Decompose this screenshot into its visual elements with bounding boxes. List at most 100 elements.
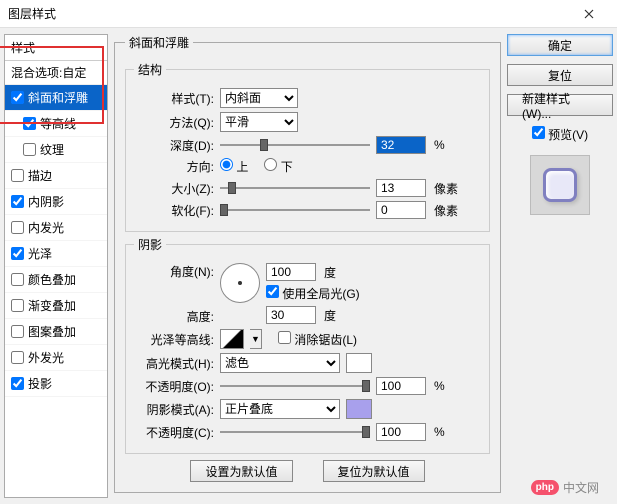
soften-unit: 像素	[434, 202, 458, 219]
shadow-color-swatch[interactable]	[346, 399, 372, 419]
depth-unit: %	[434, 138, 445, 152]
size-slider[interactable]	[220, 179, 370, 197]
depth-label: 深度(D):	[134, 137, 214, 154]
highlight-opacity-slider[interactable]	[220, 377, 370, 395]
shading-fieldset: 阴影 角度(N): 高度: 度 使用全局光(G)	[125, 236, 490, 454]
sidebar-item-2[interactable]: 纹理	[5, 137, 107, 163]
direction-down[interactable]: 下	[264, 158, 292, 175]
cancel-button[interactable]: 复位	[507, 64, 613, 86]
sidebar-item-4[interactable]: 内阴影	[5, 189, 107, 215]
reset-default-button[interactable]: 复位为默认值	[323, 460, 425, 482]
watermark-text: 中文网	[563, 479, 599, 496]
depth-input[interactable]	[376, 136, 426, 154]
highlight-mode-select[interactable]: 滤色	[220, 353, 340, 373]
watermark: php 中文网	[531, 479, 599, 496]
sidebar-item-0[interactable]: 斜面和浮雕	[5, 85, 107, 111]
sidebar-item-checkbox[interactable]	[11, 247, 24, 260]
highlight-opacity-label: 不透明度(O):	[134, 378, 214, 395]
highlight-opacity-input[interactable]	[376, 377, 426, 395]
sidebar-item-checkbox[interactable]	[23, 117, 36, 130]
soften-slider[interactable]	[220, 201, 370, 219]
sidebar-item-checkbox[interactable]	[11, 221, 24, 234]
gloss-label: 光泽等高线:	[134, 331, 214, 348]
angle-unit: 度	[324, 264, 336, 281]
altitude-input[interactable]	[266, 306, 316, 324]
angle-dial[interactable]	[220, 263, 260, 303]
gloss-contour[interactable]	[220, 329, 244, 349]
structure-fieldset: 结构 样式(T): 内斜面 方法(Q): 平滑 深度(D): % 方向:	[125, 61, 490, 232]
style-select[interactable]: 内斜面	[220, 88, 298, 108]
sidebar-item-checkbox[interactable]	[11, 325, 24, 338]
direction-label: 方向:	[134, 158, 214, 175]
right-panel: 确定 复位 新建样式(W)... 预览(V)	[507, 34, 613, 498]
ok-button[interactable]: 确定	[507, 34, 613, 56]
sidebar-item-3[interactable]: 描边	[5, 163, 107, 189]
new-style-button[interactable]: 新建样式(W)...	[507, 94, 613, 116]
close-icon	[584, 9, 594, 19]
highlight-opacity-unit: %	[434, 379, 445, 393]
technique-select[interactable]: 平滑	[220, 112, 298, 132]
shadow-mode-label: 阴影模式(A):	[134, 401, 214, 418]
preview-shape	[543, 168, 577, 202]
global-light-checkbox[interactable]: 使用全局光(G)	[266, 285, 360, 302]
sidebar-item-checkbox[interactable]	[23, 143, 36, 156]
preview-box	[530, 155, 590, 215]
sidebar-item-5[interactable]: 内发光	[5, 215, 107, 241]
direction-up[interactable]: 上	[220, 158, 248, 175]
bevel-fieldset: 斜面和浮雕 结构 样式(T): 内斜面 方法(Q): 平滑 深度(D): %	[114, 34, 501, 493]
shadow-opacity-unit: %	[434, 425, 445, 439]
sidebar-item-checkbox[interactable]	[11, 299, 24, 312]
sidebar-item-1[interactable]: 等高线	[5, 111, 107, 137]
sidebar-item-label: 描边	[28, 167, 52, 184]
sidebar-sub: 混合选项:自定	[5, 61, 107, 85]
shadow-opacity-input[interactable]	[376, 423, 426, 441]
sidebar-item-checkbox[interactable]	[11, 351, 24, 364]
soften-input[interactable]	[376, 201, 426, 219]
sidebar-item-label: 纹理	[40, 141, 64, 158]
title-bar: 图层样式	[0, 0, 617, 28]
antialias-checkbox[interactable]: 消除锯齿(L)	[278, 331, 357, 348]
sidebar-item-10[interactable]: 外发光	[5, 345, 107, 371]
preview-checkbox[interactable]: 预览(V)	[532, 126, 588, 143]
altitude-unit: 度	[324, 307, 336, 324]
sidebar-item-8[interactable]: 渐变叠加	[5, 293, 107, 319]
sidebar-item-label: 外发光	[28, 349, 64, 366]
shadow-mode-select[interactable]: 正片叠底	[220, 399, 340, 419]
highlight-color-swatch[interactable]	[346, 353, 372, 373]
shading-legend: 阴影	[134, 236, 166, 253]
sidebar-head: 样式	[5, 35, 107, 61]
sidebar-item-checkbox[interactable]	[11, 195, 24, 208]
shadow-opacity-slider[interactable]	[220, 423, 370, 441]
altitude-label: 高度:	[187, 308, 214, 325]
sidebar-item-checkbox[interactable]	[11, 91, 24, 104]
style-sidebar: 样式 混合选项:自定 斜面和浮雕等高线纹理描边内阴影内发光光泽颜色叠加渐变叠加图…	[4, 34, 108, 498]
angle-input[interactable]	[266, 263, 316, 281]
window-title: 图层样式	[8, 5, 56, 22]
gloss-contour-drop[interactable]: ▼	[250, 329, 262, 349]
sidebar-item-label: 渐变叠加	[28, 297, 76, 314]
bevel-legend: 斜面和浮雕	[125, 34, 193, 51]
sidebar-item-checkbox[interactable]	[11, 273, 24, 286]
sidebar-item-checkbox[interactable]	[11, 377, 24, 390]
sidebar-item-9[interactable]: 图案叠加	[5, 319, 107, 345]
sidebar-item-label: 斜面和浮雕	[28, 89, 88, 106]
sidebar-item-label: 内发光	[28, 219, 64, 236]
set-default-button[interactable]: 设置为默认值	[190, 460, 292, 482]
sidebar-item-label: 图案叠加	[28, 323, 76, 340]
sidebar-item-label: 内阴影	[28, 193, 64, 210]
close-button[interactable]	[569, 1, 609, 27]
sidebar-item-6[interactable]: 光泽	[5, 241, 107, 267]
sidebar-item-label: 投影	[28, 375, 52, 392]
size-input[interactable]	[376, 179, 426, 197]
technique-label: 方法(Q):	[134, 114, 214, 131]
sidebar-item-checkbox[interactable]	[11, 169, 24, 182]
chevron-down-icon: ▼	[251, 334, 260, 344]
depth-slider[interactable]	[220, 136, 370, 154]
shadow-opacity-label: 不透明度(C):	[134, 424, 214, 441]
sidebar-item-label: 颜色叠加	[28, 271, 76, 288]
highlight-mode-label: 高光模式(H):	[134, 355, 214, 372]
sidebar-item-11[interactable]: 投影	[5, 371, 107, 397]
watermark-logo: php	[531, 480, 559, 495]
size-unit: 像素	[434, 180, 458, 197]
sidebar-item-7[interactable]: 颜色叠加	[5, 267, 107, 293]
